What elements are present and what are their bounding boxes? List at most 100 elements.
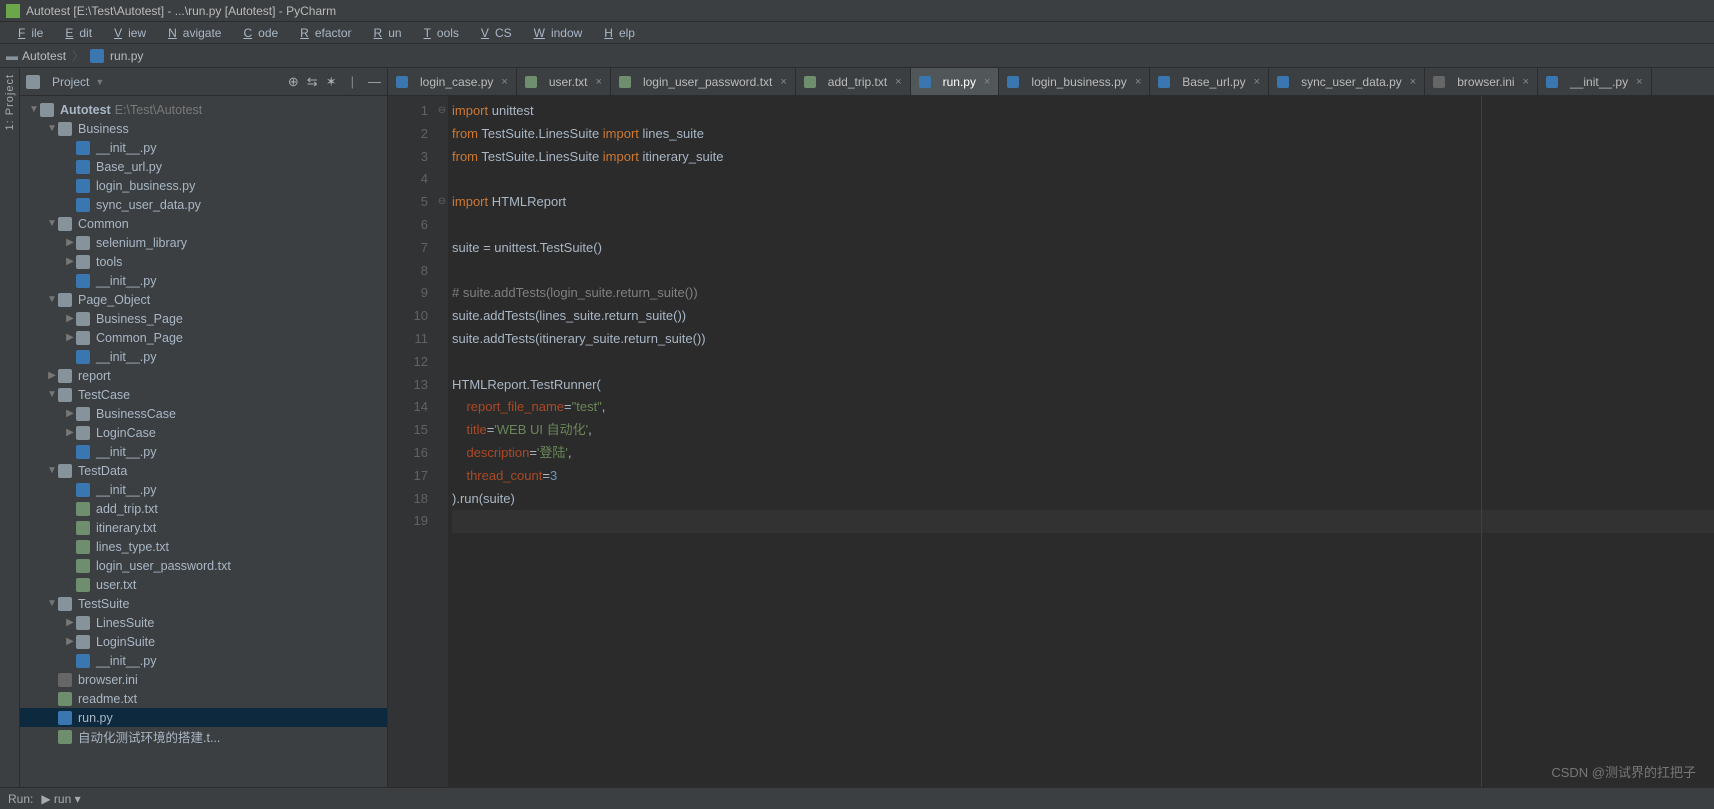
tree-node[interactable]: TestData [20, 461, 387, 480]
tree-node[interactable]: login_business.py [20, 176, 387, 195]
tree-node[interactable]: TestSuite [20, 594, 387, 613]
tree-node[interactable]: sync_user_data.py [20, 195, 387, 214]
tree-arrow-icon[interactable] [46, 465, 58, 476]
tree-node[interactable]: Page_Object [20, 290, 387, 309]
tree-node[interactable]: LoginCase [20, 423, 387, 442]
source-code[interactable]: import unittestfrom TestSuite.LinesSuite… [448, 96, 1714, 787]
tree-node[interactable]: add_trip.txt [20, 499, 387, 518]
tab-login_user_password-txt[interactable]: login_user_password.txt× [611, 68, 796, 95]
tree-arrow-icon[interactable] [64, 313, 76, 324]
tree-node[interactable]: LoginSuite [20, 632, 387, 651]
close-icon[interactable]: × [895, 76, 901, 88]
menu-run[interactable]: Run [362, 24, 408, 42]
project-tree[interactable]: Autotest E:\Test\AutotestBusiness__init_… [20, 96, 387, 787]
tree-node[interactable]: Common_Page [20, 328, 387, 347]
tree-node[interactable]: Common [20, 214, 387, 233]
tree-node[interactable]: __init__.py [20, 271, 387, 290]
code-editor[interactable]: 12345678910111213141516171819 ⊖⊖ import … [388, 96, 1714, 787]
tab-browser-ini[interactable]: browser.ini× [1425, 68, 1538, 95]
fold-strip[interactable]: ⊖⊖ [436, 96, 448, 787]
tab-sync_user_data-py[interactable]: sync_user_data.py× [1269, 68, 1425, 95]
tab-user-txt[interactable]: user.txt× [517, 68, 611, 95]
tree-node[interactable]: Base_url.py [20, 157, 387, 176]
tab-login_business-py[interactable]: login_business.py× [999, 68, 1150, 95]
tab-__init__-py[interactable]: __init__.py× [1538, 68, 1651, 95]
fold-icon[interactable]: ⊖ [436, 100, 448, 123]
left-tool-strip[interactable]: 1: Project [0, 68, 20, 787]
tree-node[interactable]: lines_type.txt [20, 537, 387, 556]
tab-Base_url-py[interactable]: Base_url.py× [1150, 68, 1269, 95]
locate-icon[interactable]: ⊕ [288, 74, 299, 90]
tree-node[interactable]: browser.ini [20, 670, 387, 689]
close-icon[interactable]: × [1135, 76, 1141, 88]
tree-node[interactable]: selenium_library [20, 233, 387, 252]
close-icon[interactable]: × [1636, 76, 1642, 88]
tree-node[interactable]: LinesSuite [20, 613, 387, 632]
tree-node[interactable]: Business_Page [20, 309, 387, 328]
tree-arrow-icon[interactable] [46, 389, 58, 400]
fold-icon[interactable]: ⊖ [436, 191, 448, 214]
tree-arrow-icon[interactable] [64, 617, 76, 628]
tree-node[interactable]: BusinessCase [20, 404, 387, 423]
menu-tools[interactable]: Tools [412, 24, 465, 42]
run-config[interactable]: ▶ run ▾ [41, 792, 80, 806]
tree-node[interactable]: __init__.py [20, 480, 387, 499]
tree-node[interactable]: 自动化测试环境的搭建.t... [20, 727, 387, 746]
tree-arrow-icon[interactable] [64, 427, 76, 438]
tree-arrow-icon[interactable] [64, 256, 76, 267]
tab-add_trip-txt[interactable]: add_trip.txt× [796, 68, 911, 95]
menu-help[interactable]: Help [592, 24, 641, 42]
tree-node[interactable]: run.py [20, 708, 387, 727]
tree-node[interactable]: user.txt [20, 575, 387, 594]
collapse-icon[interactable]: ⇆ [307, 74, 318, 90]
run-label[interactable]: Run: [8, 792, 33, 806]
hide-icon[interactable]: — [368, 74, 381, 90]
tree-arrow-icon[interactable] [64, 636, 76, 647]
tab-login_case-py[interactable]: login_case.py× [388, 68, 517, 95]
tree-node[interactable]: Business [20, 119, 387, 138]
close-icon[interactable]: × [1523, 76, 1529, 88]
tree-node[interactable]: login_user_password.txt [20, 556, 387, 575]
tree-arrow-icon[interactable] [28, 104, 40, 115]
tree-arrow-icon[interactable] [46, 370, 58, 381]
tree-node[interactable]: __init__.py [20, 138, 387, 157]
menu-edit[interactable]: Edit [53, 24, 98, 42]
tree-arrow-icon[interactable] [46, 123, 58, 134]
sidebar-title[interactable]: Project [52, 75, 89, 89]
tree-node[interactable]: tools [20, 252, 387, 271]
menu-vcs[interactable]: VCS [469, 24, 518, 42]
tree-node[interactable]: __init__.py [20, 651, 387, 670]
close-icon[interactable]: × [1410, 76, 1416, 88]
close-icon[interactable]: × [501, 76, 507, 88]
tree-node[interactable]: TestCase [20, 385, 387, 404]
project-tool-button[interactable]: 1: Project [4, 74, 16, 130]
menu-code[interactable]: Code [231, 24, 284, 42]
menu-refactor[interactable]: Refactor [288, 24, 357, 42]
tree-node[interactable]: report [20, 366, 387, 385]
tree-arrow-icon[interactable] [64, 408, 76, 419]
menu-window[interactable]: Window [522, 24, 589, 42]
crumb-root[interactable]: Autotest [22, 49, 66, 63]
tree-arrow-icon[interactable] [46, 294, 58, 305]
chevron-down-icon[interactable]: ▼ [95, 77, 104, 87]
tree-node[interactable]: __init__.py [20, 347, 387, 366]
tree-node[interactable]: itinerary.txt [20, 518, 387, 537]
tree-arrow-icon[interactable] [64, 332, 76, 343]
menu-navigate[interactable]: Navigate [156, 24, 227, 42]
menu-file[interactable]: File [6, 24, 49, 42]
close-icon[interactable]: × [984, 76, 990, 88]
crumb-file[interactable]: run.py [110, 49, 143, 63]
tree-node[interactable]: readme.txt [20, 689, 387, 708]
fold-icon [436, 374, 448, 397]
close-icon[interactable]: × [780, 76, 786, 88]
tab-run-py[interactable]: run.py× [911, 68, 1000, 95]
tree-node[interactable]: __init__.py [20, 442, 387, 461]
tree-arrow-icon[interactable] [46, 218, 58, 229]
menu-view[interactable]: View [102, 24, 152, 42]
tree-arrow-icon[interactable] [64, 237, 76, 248]
close-icon[interactable]: × [1254, 76, 1260, 88]
tree-arrow-icon[interactable] [46, 598, 58, 609]
tree-node[interactable]: Autotest E:\Test\Autotest [20, 100, 387, 119]
close-icon[interactable]: × [596, 76, 602, 88]
gear-icon[interactable]: ✶ [326, 74, 337, 90]
